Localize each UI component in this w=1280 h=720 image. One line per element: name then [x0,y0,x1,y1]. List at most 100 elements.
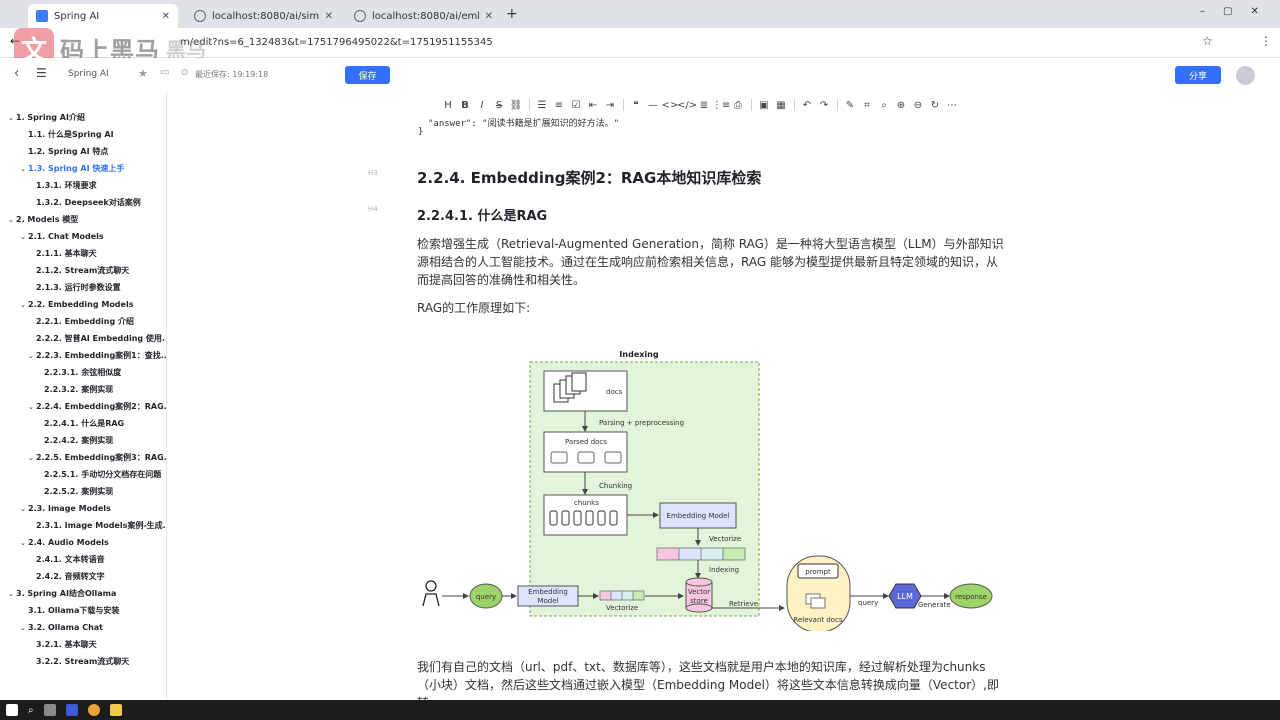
code-block-icon[interactable]: </> [677,97,697,113]
chevron-down-icon[interactable]: ⌄ [20,162,28,176]
format-icon[interactable]: ⌗ [859,97,875,113]
chrome-icon[interactable] [87,704,100,716]
toc-item[interactable]: ⌄ 1. Spring AI介绍 [8,111,85,125]
toc-item[interactable]: ⌄ 2. Models 模型 [8,213,78,227]
table-icon[interactable]: ▦ [773,97,789,113]
toc-item[interactable]: 2.1.3. 运行时参数设置 [36,281,121,295]
chevron-down-icon[interactable]: ⌄ [20,502,28,516]
bold-icon[interactable]: B [457,97,473,113]
toc-item[interactable]: ⌄ 2.2.4. Embedding案例2：RAG... [28,400,166,414]
toc-item[interactable]: ⌄ 2.1. Chat Models [20,230,104,244]
toc-item[interactable]: ⌄ 3. Spring AI结合Ollama [8,587,116,601]
toc-item[interactable]: 3.2.2. Stream流式聊天 [36,655,129,669]
close-icon[interactable]: ✕ [485,11,493,22]
menu-icon[interactable]: ☰ [36,66,47,80]
find-icon[interactable]: ⌕ [876,97,892,113]
chevron-down-icon[interactable]: ⌄ [8,111,16,125]
toc-item[interactable]: ⌄ 2.2.3. Embedding案例1：查找... [28,349,166,363]
chevron-down-icon[interactable]: ⌄ [20,536,28,550]
search-icon[interactable]: ⌕ [28,705,34,716]
toc-item[interactable]: 3.2.1. 基本聊天 [36,638,97,652]
toc-item[interactable]: 2.1.2. Stream流式聊天 [36,264,129,278]
toc-item[interactable]: 2.2.1. Embedding 介绍 [36,315,134,329]
toc-item[interactable]: 2.2.5.1. 手动切分文档存在问题 [44,468,161,482]
task-view-icon[interactable] [43,704,56,716]
window-controls[interactable]: –▢✕ [1200,6,1277,17]
ide-icon[interactable] [65,704,78,716]
image-icon[interactable]: ▣ [756,97,772,113]
toc-item[interactable]: 2.2.2. 智普AI Embedding 使用... [36,332,166,346]
toc-item[interactable]: ⌄ 2.2.5. Embedding案例3：RAG... [28,451,166,465]
doc-breadcrumb[interactable]: Spring AI [68,69,109,79]
toc-item[interactable]: ⌄ 2.3. Image Models [20,502,111,516]
folder-icon[interactable]: ▭ [160,67,169,78]
tab-spring-ai[interactable]: Spring AI ✕ [28,4,178,28]
redo-icon[interactable]: ↷ [816,97,832,113]
toc-item[interactable]: 2.2.3.1. 余弦相似度 [44,366,121,380]
toc-item[interactable]: ⌄ 2.2. Embedding Models [20,298,133,312]
toc-item[interactable]: 2.3.1. Image Models案例-生成... [36,519,166,533]
toc-item[interactable]: 2.2.4.2. 案例实现 [44,434,113,448]
toc-item[interactable]: 1.3.1. 环境要求 [36,179,97,193]
bullet-list-icon[interactable]: ☰ [534,97,550,113]
tab-similarity[interactable]: localhost:8080/ai/similarity? ✕ [186,4,341,28]
toc-item-label: 2.2.4.2. 案例实现 [44,436,114,445]
toc-item[interactable]: 1.1. 什么是Spring AI [28,128,114,142]
italic-icon[interactable]: I [474,97,490,113]
toc-item[interactable]: 2.1.1. 基本聊天 [36,247,97,261]
print-icon[interactable]: ⎙ [730,97,746,113]
toc-item[interactable]: 2.4.1. 文本转语音 [36,553,105,567]
quote-icon[interactable]: ❝ [628,97,644,113]
more-icon[interactable]: ⋯ [944,97,960,113]
toc-item[interactable]: 2.4.2. 音频转文字 [36,570,105,584]
toc-item[interactable]: 3.1. Ollama下载与安装 [28,604,119,618]
user-avatar[interactable] [1236,66,1255,85]
toc-item[interactable]: ⌄ 1.3. Spring AI 快速上手 [20,162,124,176]
save-button[interactable]: 保存 [345,66,390,84]
heading-icon[interactable]: H [440,97,456,113]
indent-icon[interactable]: ⇥ [602,97,618,113]
chevron-down-icon[interactable]: ⌄ [28,451,36,465]
code-inline-icon[interactable]: <> [662,97,679,113]
divider-icon[interactable]: — [645,97,661,113]
toc-item[interactable]: 2.2.5.2. 案例实现 [44,485,113,499]
zoom-in-icon[interactable]: ⊕ [893,97,909,113]
task-list-icon[interactable]: ☑ [568,97,584,113]
chevron-down-icon[interactable]: ⌄ [20,621,28,635]
align-icon[interactable]: ≣ [696,97,712,113]
chevron-down-icon[interactable]: ⌄ [28,400,36,414]
windows-start-icon[interactable] [6,704,18,716]
bookmark-star-icon[interactable]: ☆ [1202,34,1213,48]
browser-menu-icon[interactable]: ⋮ [1260,34,1272,48]
refresh-icon[interactable]: ↻ [927,97,943,113]
ordered-list-icon[interactable]: ≡ [551,97,567,113]
notes-icon[interactable] [109,704,122,716]
chevron-down-icon[interactable]: ⌄ [28,349,36,363]
chevron-down-icon[interactable]: ⌄ [8,213,16,227]
llm-label: LLM [897,592,913,601]
share-button[interactable]: 分享 [1175,66,1221,84]
close-icon[interactable]: ✕ [325,11,333,22]
toc-item[interactable]: 2.2.3.2. 案例实现 [44,383,113,397]
tab-embedding[interactable]: localhost:8080/ai/embeddin ✕ [346,4,501,28]
close-icon[interactable]: ✕ [162,11,170,22]
link-icon[interactable]: ⛓ [508,97,524,113]
table-of-contents-icon[interactable]: ⋮≡ [712,97,730,113]
toc-item[interactable]: 1.3.2. Deepseek对话案例 [36,196,141,210]
favorite-star-icon[interactable]: ★ [138,67,148,80]
back-arrow-icon[interactable]: ‹ [14,66,19,81]
undo-icon[interactable]: ↶ [799,97,815,113]
toc-item[interactable]: 1.2. Spring AI 特点 [28,145,108,159]
toc-item[interactable]: 2.2.4.1. 什么是RAG [44,417,124,431]
chevron-down-icon[interactable]: ⌄ [20,298,28,312]
chevron-down-icon[interactable]: ⌄ [20,230,28,244]
chevron-down-icon[interactable]: ⌄ [8,587,16,601]
outdent-icon[interactable]: ⇤ [585,97,601,113]
toc-item[interactable]: ⌄ 2.4. Audio Models [20,536,109,550]
pen-icon[interactable]: ✎ [842,97,858,113]
new-tab-button[interactable]: + [506,6,518,22]
zoom-out-icon[interactable]: ⊖ [910,97,926,113]
strikethrough-icon[interactable]: S [491,97,507,113]
vector-store-label: Vector [688,588,710,596]
toc-item[interactable]: ⌄ 3.2. Ollama Chat [20,621,103,635]
